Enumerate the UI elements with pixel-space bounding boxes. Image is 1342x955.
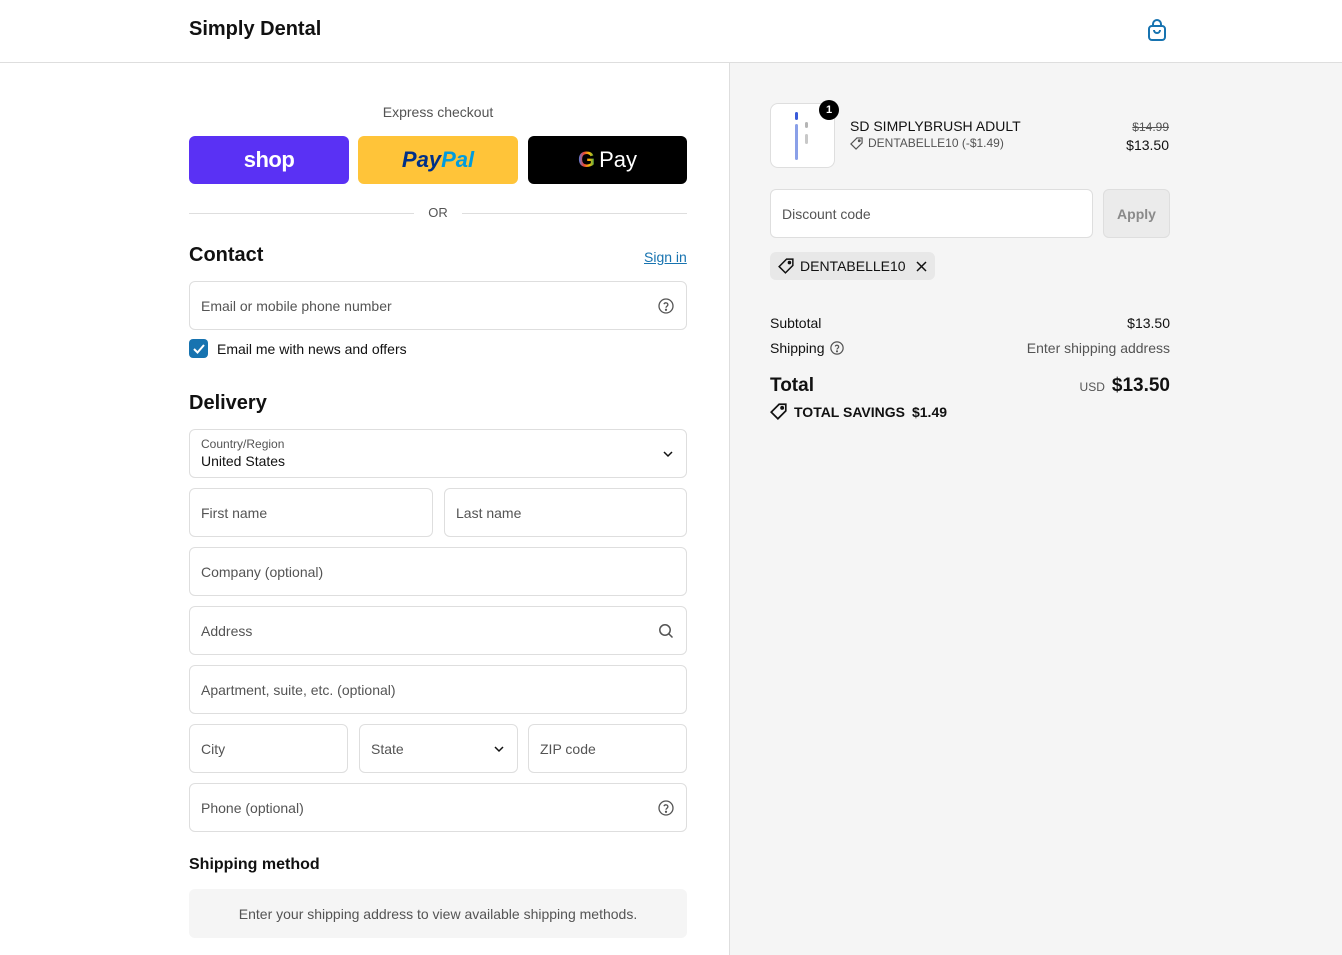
paypal-label-part2: Pal bbox=[441, 147, 475, 172]
total-amount: $13.50 bbox=[1111, 375, 1170, 396]
shopping-bag-icon bbox=[1148, 19, 1166, 41]
country-value: United States bbox=[201, 453, 286, 469]
apartment-placeholder: Apartment, suite, etc. (optional) bbox=[201, 681, 396, 698]
last-name-placeholder: Last name bbox=[456, 504, 522, 521]
apply-discount-button[interactable]: Apply bbox=[1103, 189, 1170, 238]
shipping-row: Shipping Enter shipping address bbox=[770, 340, 1170, 356]
apartment-field[interactable]: Apartment, suite, etc. (optional) bbox=[189, 665, 687, 714]
total-label: Total bbox=[770, 375, 814, 396]
google-pay-label: Pay bbox=[599, 147, 638, 172]
shipping-method-title: Shipping method bbox=[189, 856, 320, 873]
chevron-down-icon bbox=[663, 450, 673, 457]
address-placeholder: Address bbox=[201, 622, 253, 639]
tag-icon bbox=[770, 403, 787, 420]
phone-placeholder: Phone (optional) bbox=[201, 799, 304, 816]
shipping-method-notice: Enter your shipping address to view avai… bbox=[189, 889, 687, 938]
savings-value: $1.49 bbox=[911, 403, 948, 420]
email-field[interactable]: Email or mobile phone number bbox=[189, 281, 687, 330]
shop-pay-button[interactable]: shop bbox=[189, 136, 349, 184]
first-name-placeholder: First name bbox=[201, 504, 268, 521]
header: Simply Dental bbox=[0, 0, 1342, 63]
cart-button[interactable] bbox=[1144, 17, 1170, 43]
shop-pay-label: shop bbox=[243, 147, 295, 172]
country-select[interactable]: Country/Region United States bbox=[189, 429, 687, 478]
checkmark-icon bbox=[192, 343, 205, 354]
help-circle-icon[interactable] bbox=[658, 297, 674, 314]
price-original: $14.99 bbox=[1132, 120, 1169, 134]
newsletter-checkbox[interactable] bbox=[189, 339, 208, 358]
tag-icon bbox=[778, 258, 794, 274]
total-savings: TOTAL SAVINGS $1.49 bbox=[770, 403, 947, 420]
product-discount-text: DENTABELLE10 (-$1.49) bbox=[868, 136, 1004, 150]
savings-label: TOTAL SAVINGS bbox=[794, 403, 905, 420]
close-icon bbox=[916, 260, 927, 272]
company-placeholder: Company (optional) bbox=[201, 563, 324, 580]
brand-logo[interactable]: Simply Dental bbox=[189, 18, 321, 41]
or-divider-left bbox=[189, 213, 414, 214]
sign-in-link[interactable]: Sign in bbox=[644, 249, 687, 265]
paypal-button[interactable]: Pay Pal bbox=[358, 136, 518, 184]
google-g-icon: G bbox=[577, 147, 596, 172]
phone-field[interactable]: Phone (optional) bbox=[189, 783, 687, 832]
first-name-field[interactable]: First name bbox=[189, 488, 433, 537]
checkout-main: Express checkout shop Pay Pal G Pay OR Co… bbox=[0, 63, 729, 955]
total-row: Total USD $13.50 bbox=[770, 375, 1170, 397]
city-field[interactable]: City bbox=[189, 724, 348, 773]
newsletter-checkbox-row[interactable]: Email me with news and offers bbox=[189, 339, 407, 358]
order-summary: 1 SD SIMPLYBRUSH ADULT DENTABELLE10 (-$1… bbox=[729, 63, 1342, 955]
email-placeholder: Email or mobile phone number bbox=[201, 297, 392, 314]
zip-placeholder: ZIP code bbox=[540, 740, 596, 757]
help-circle-icon[interactable] bbox=[829, 341, 844, 355]
company-field[interactable]: Company (optional) bbox=[189, 547, 687, 596]
product-discount: DENTABELLE10 (-$1.49) bbox=[850, 136, 1004, 150]
shipping-value: Enter shipping address bbox=[1026, 340, 1170, 356]
product-name: SD SIMPLYBRUSH ADULT bbox=[850, 118, 1021, 134]
search-icon bbox=[659, 623, 674, 638]
quantity-badge: 1 bbox=[819, 100, 839, 120]
address-field[interactable]: Address bbox=[189, 606, 687, 655]
discount-code-placeholder: Discount code bbox=[782, 205, 871, 222]
country-label: Country/Region bbox=[201, 437, 285, 451]
applied-discount-code: DENTABELLE10 bbox=[800, 258, 906, 274]
last-name-field[interactable]: Last name bbox=[444, 488, 687, 537]
subtotal-label: Subtotal bbox=[770, 315, 822, 331]
help-circle-icon[interactable] bbox=[658, 799, 674, 816]
or-divider-right bbox=[462, 213, 687, 214]
applied-discount-chip: DENTABELLE10 bbox=[770, 252, 935, 280]
delivery-title: Delivery bbox=[189, 392, 267, 414]
newsletter-label: Email me with news and offers bbox=[217, 340, 407, 357]
price-final: $13.50 bbox=[1126, 137, 1169, 153]
google-pay-button[interactable]: G Pay bbox=[528, 136, 687, 184]
shipping-method-message: Enter your shipping address to view avai… bbox=[238, 905, 638, 922]
state-select[interactable]: State bbox=[359, 724, 518, 773]
state-placeholder: State bbox=[371, 740, 404, 757]
city-placeholder: City bbox=[201, 740, 226, 757]
discount-code-input[interactable]: Discount code bbox=[770, 189, 1093, 238]
chevron-down-icon bbox=[494, 745, 504, 752]
contact-title: Contact bbox=[189, 244, 264, 266]
express-checkout-title: Express checkout bbox=[382, 104, 494, 120]
subtotal-row: Subtotal $13.50 bbox=[770, 315, 1170, 331]
subtotal-value: $13.50 bbox=[1127, 315, 1170, 331]
or-divider-text: OR bbox=[428, 205, 448, 220]
shipping-label: Shipping bbox=[770, 340, 825, 356]
remove-discount-button[interactable] bbox=[916, 260, 927, 272]
paypal-label-part1: Pay bbox=[401, 147, 442, 172]
zip-field[interactable]: ZIP code bbox=[528, 724, 687, 773]
currency-code: USD bbox=[1079, 380, 1105, 394]
tag-icon bbox=[850, 136, 863, 150]
